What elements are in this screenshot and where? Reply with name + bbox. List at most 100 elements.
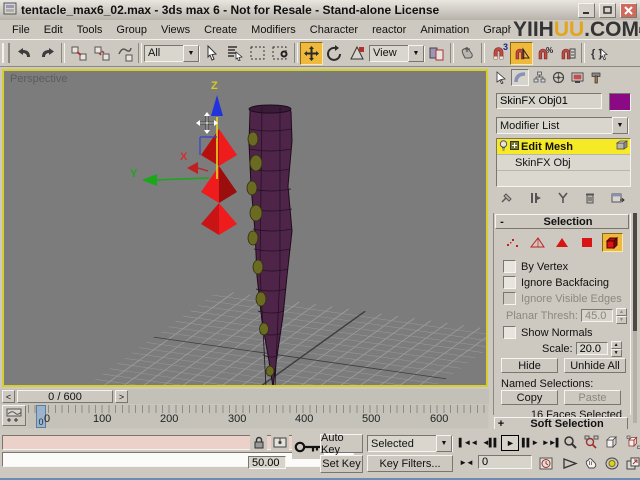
tab-display[interactable] xyxy=(568,69,586,86)
zoom-extents-button[interactable] xyxy=(602,433,622,451)
object-color-swatch[interactable] xyxy=(609,93,631,111)
undo-button[interactable] xyxy=(13,42,36,65)
light-bulb-icon[interactable] xyxy=(499,140,508,154)
track-ruler[interactable]: 0 0 100 200 300 400 500 600 xyxy=(28,405,488,428)
menu-character[interactable]: Character xyxy=(303,23,365,37)
perspective-viewport[interactable]: Perspective Z X Y xyxy=(2,69,488,387)
polygon-subobject-button[interactable] xyxy=(577,233,598,252)
selection-rollout-header[interactable]: - Selection xyxy=(495,214,629,229)
bind-to-space-warp-button[interactable] xyxy=(113,42,136,65)
menu-group[interactable]: Group xyxy=(109,23,154,37)
absolute-offset-mode-toggle[interactable] xyxy=(271,434,289,450)
arc-rotate-button[interactable] xyxy=(602,454,622,472)
minimize-button[interactable] xyxy=(578,3,595,18)
key-filters-button[interactable]: Key Filters... xyxy=(367,455,453,472)
collapse-indicator[interactable]: + xyxy=(495,418,507,430)
select-and-link-button[interactable] xyxy=(67,42,90,65)
y-axis-arrow[interactable] xyxy=(142,174,157,186)
menu-modifiers[interactable]: Modifiers xyxy=(244,23,303,37)
element-subobject-button[interactable] xyxy=(602,233,623,252)
close-button[interactable] xyxy=(620,3,637,18)
unlink-selection-button[interactable] xyxy=(90,42,113,65)
hide-button[interactable]: Hide xyxy=(501,358,558,373)
tab-create[interactable] xyxy=(492,69,510,86)
zoom-extents-all-button[interactable] xyxy=(623,433,640,451)
selection-lock-toggle[interactable] xyxy=(250,434,267,450)
scrollbar-thumb[interactable] xyxy=(633,213,637,331)
normals-scale-field[interactable] xyxy=(576,342,608,355)
zoom-all-button[interactable] xyxy=(581,433,601,451)
use-pivot-point-center-button[interactable] xyxy=(425,42,448,65)
tab-utilities[interactable] xyxy=(587,69,605,86)
time-configuration-button[interactable] xyxy=(537,455,555,471)
stack-item-edit-mesh[interactable]: Edit Mesh xyxy=(497,139,630,155)
play-animation-button[interactable]: ► xyxy=(501,435,519,451)
unhide-all-button[interactable]: Unhide All xyxy=(564,358,626,373)
menu-animation[interactable]: Animation xyxy=(413,23,476,37)
menu-create[interactable]: Create xyxy=(197,23,244,37)
show-normals-checkbox[interactable]: Show Normals xyxy=(503,326,593,339)
face-subobject-button[interactable] xyxy=(552,233,573,252)
go-to-end-button[interactable]: ►►▌ xyxy=(541,435,561,451)
maximize-button[interactable] xyxy=(599,3,616,18)
show-end-result-button[interactable] xyxy=(524,190,546,206)
normals-scale-spinner[interactable]: ▲▼ xyxy=(611,341,622,356)
set-key-button[interactable]: Set Key xyxy=(320,455,363,473)
modifier-list-dropdown[interactable]: Modifier List ▼ xyxy=(496,117,629,134)
named-selection-sets-button[interactable]: { } xyxy=(587,42,610,65)
menu-file[interactable]: File xyxy=(5,23,37,37)
toolbar-grip[interactable] xyxy=(2,43,10,63)
x-axis-arrow[interactable] xyxy=(187,162,198,174)
dropdown-arrow-icon[interactable]: ▼ xyxy=(436,435,452,452)
time-slider[interactable]: 0 / 600 xyxy=(17,390,113,403)
redo-button[interactable] xyxy=(36,42,59,65)
select-and-manipulate-button[interactable] xyxy=(456,42,479,65)
tab-motion[interactable] xyxy=(549,69,567,86)
auto-key-button[interactable]: Auto Key xyxy=(320,434,363,453)
panel-scrollbar[interactable] xyxy=(633,213,637,423)
next-frame-button[interactable]: ▌▌► xyxy=(521,435,539,451)
transform-gizmo[interactable] xyxy=(142,95,223,186)
key-filter-set-dropdown[interactable]: Selected ▼ xyxy=(367,435,453,452)
vertex-subobject-button[interactable] xyxy=(502,233,523,252)
pan-button[interactable] xyxy=(581,454,601,472)
z-axis-arrow[interactable] xyxy=(211,95,223,116)
pin-stack-button[interactable] xyxy=(496,190,518,206)
select-and-rotate-button[interactable] xyxy=(323,42,346,65)
expand-plus-icon[interactable] xyxy=(510,141,519,153)
viewport-label[interactable]: Perspective xyxy=(10,73,67,85)
menu-tools[interactable]: Tools xyxy=(70,23,110,37)
reference-coordinate-dropdown[interactable]: View ▼ xyxy=(369,45,425,62)
menu-views[interactable]: Views xyxy=(154,23,197,37)
select-by-name-button[interactable] xyxy=(223,42,246,65)
tentacle-mesh[interactable] xyxy=(247,105,292,385)
by-vertex-checkbox[interactable]: By Vertex xyxy=(503,260,568,273)
copy-button[interactable]: Copy xyxy=(501,390,558,405)
spinner-snap-button[interactable] xyxy=(556,42,579,65)
select-object-button[interactable] xyxy=(200,42,223,65)
window-crossing-toggle-button[interactable] xyxy=(269,42,292,65)
collapse-indicator[interactable]: - xyxy=(496,216,508,228)
key-time-field[interactable] xyxy=(248,456,286,469)
make-unique-button[interactable] xyxy=(552,190,574,206)
edge-subobject-button[interactable] xyxy=(527,233,548,252)
stack-item-skinfx-obj[interactable]: SkinFX Obj xyxy=(497,155,630,171)
configure-modifier-sets-button[interactable] xyxy=(607,190,629,206)
select-and-scale-button[interactable] xyxy=(346,42,369,65)
zoom-button[interactable] xyxy=(560,433,580,451)
time-back-button[interactable]: < xyxy=(2,390,15,403)
min-max-toggle-button[interactable] xyxy=(623,454,640,472)
current-frame-field[interactable] xyxy=(478,455,532,469)
angle-snap-button[interactable] xyxy=(510,42,533,65)
field-of-view-button[interactable] xyxy=(560,454,580,472)
ignore-backfacing-checkbox[interactable]: Ignore Backfacing xyxy=(503,276,609,289)
dropdown-arrow-icon[interactable]: ▼ xyxy=(612,117,628,134)
viewport-canvas[interactable] xyxy=(4,71,486,385)
previous-frame-button[interactable]: ◄▌▌ xyxy=(481,435,499,451)
open-mini-curve-editor-button[interactable] xyxy=(2,405,26,426)
key-mode-toggle[interactable]: ►◄ xyxy=(458,455,474,470)
tab-modify[interactable] xyxy=(511,69,529,86)
dropdown-arrow-icon[interactable]: ▼ xyxy=(408,45,424,62)
time-forward-button[interactable]: > xyxy=(115,390,128,403)
rectangular-selection-region-button[interactable] xyxy=(246,42,269,65)
